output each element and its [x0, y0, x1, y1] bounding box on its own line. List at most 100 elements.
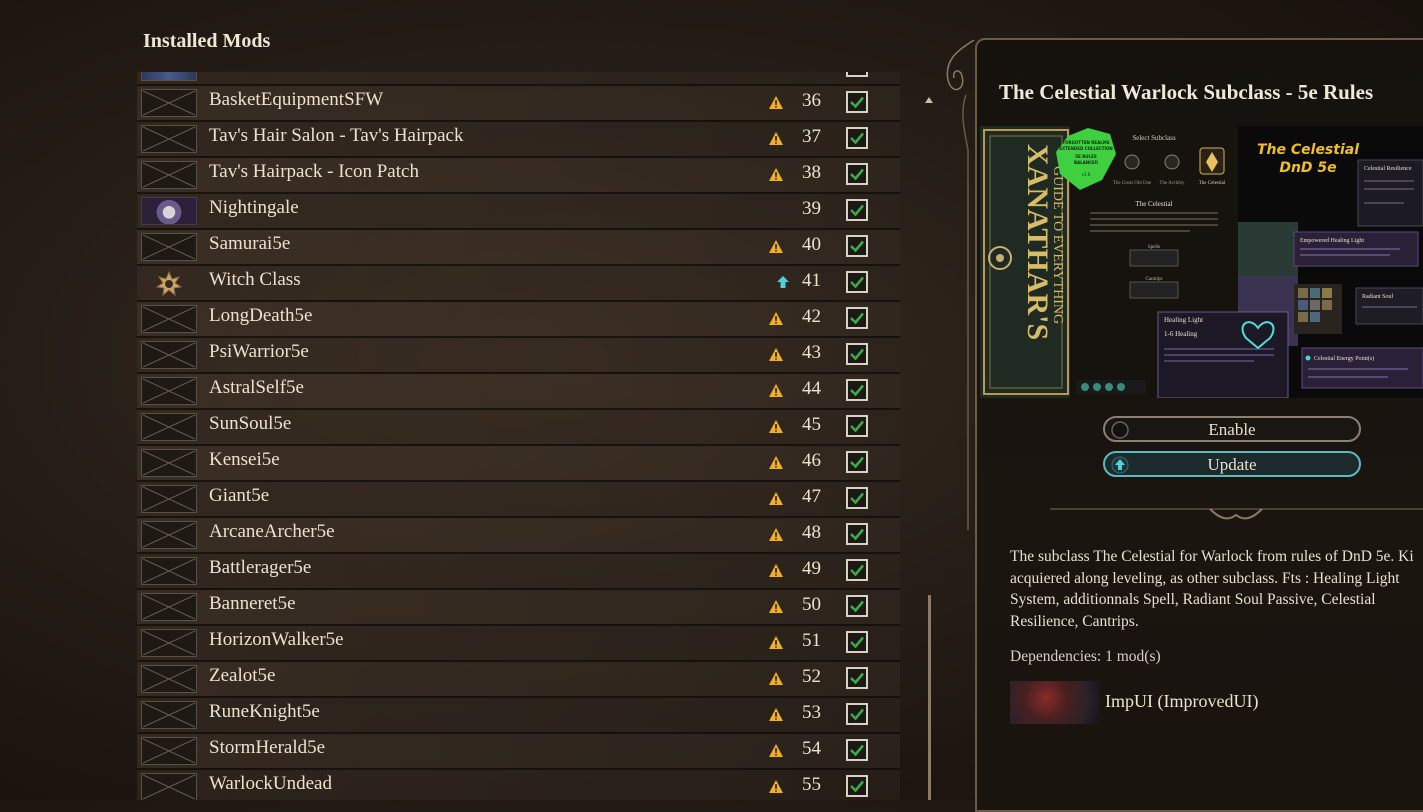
- mod-description: The subclass The Celestial for Warlock f…: [1010, 548, 1414, 631]
- update-button[interactable]: Update: [1103, 451, 1361, 477]
- mod-enabled-checkbox[interactable]: [846, 703, 868, 725]
- checkmark-icon: [850, 420, 864, 433]
- mod-row[interactable]: Banneret5e 50: [137, 590, 900, 626]
- mod-row[interactable]: RuneKnight5e 53: [137, 698, 900, 734]
- mod-enabled-checkbox[interactable]: [846, 271, 868, 293]
- checkmark-icon: [850, 132, 864, 145]
- mod-enabled-checkbox[interactable]: [846, 739, 868, 761]
- update-available-icon: [777, 276, 789, 288]
- mod-name: Tav's Hairpack - Icon Patch: [209, 161, 419, 182]
- placeholder-thumbnail-icon: [141, 557, 197, 585]
- mod-row[interactable]: SunSoul5e 45: [137, 410, 900, 446]
- list-scrollbar[interactable]: [928, 595, 931, 800]
- mod-enabled-checkbox[interactable]: [846, 235, 868, 257]
- mod-row[interactable]: Tav's Hairpack - Icon Patch 38: [137, 158, 900, 194]
- mod-enabled-checkbox[interactable]: [846, 307, 868, 329]
- mod-preview-image: XANATHAR'S GUIDE TO EVERYTHING Select Su…: [980, 126, 1423, 398]
- placeholder-thumbnail-icon: [141, 485, 197, 513]
- dependency-name[interactable]: ImpUI (ImprovedUI): [1105, 691, 1258, 712]
- mod-row[interactable]: Kensei5e 46: [137, 446, 900, 482]
- mod-enabled-checkbox[interactable]: [846, 343, 868, 365]
- mod-row[interactable]: LongDeath5e 42: [137, 302, 900, 338]
- warning-icon: [769, 492, 783, 505]
- mod-row[interactable]: Samurai5e 40: [137, 230, 900, 266]
- mod-enabled-checkbox[interactable]: [846, 775, 868, 797]
- banner-thumbnail: [141, 72, 197, 81]
- menu-title-text: Select Subclass: [1132, 134, 1176, 142]
- mod-enabled-checkbox[interactable]: [846, 523, 868, 545]
- mod-row[interactable]: WarlockUndead 55: [137, 770, 900, 800]
- mod-enabled-checkbox[interactable]: [846, 559, 868, 581]
- mod-enabled-checkbox[interactable]: [846, 163, 868, 185]
- mod-name: StormHerald5e: [209, 737, 326, 758]
- card-healing-light-sub: 1-6 Healing: [1164, 330, 1198, 338]
- mod-row[interactable]: HorizonWalker5e 51: [137, 626, 900, 662]
- mod-row[interactable]: Nightingale 39: [137, 194, 900, 230]
- mod-enabled-checkbox[interactable]: [846, 199, 868, 221]
- panel-ornament: [946, 40, 975, 530]
- mod-name: Samurai5e: [209, 233, 291, 254]
- mod-enabled-checkbox[interactable]: [846, 487, 868, 509]
- load-order-number: 55: [802, 774, 821, 795]
- dependency-thumbnail[interactable]: [1010, 681, 1100, 724]
- mod-name: HorizonWalker5e: [209, 629, 344, 650]
- mod-enabled-checkbox[interactable]: [846, 595, 868, 617]
- mod-name: WarlockUndead: [209, 773, 332, 794]
- enable-button-label: Enable: [1208, 420, 1256, 439]
- mod-enabled-checkbox[interactable]: [846, 72, 868, 77]
- mod-name: SunSoul5e: [209, 413, 292, 434]
- badge-text-3: 5E RULES: [1075, 154, 1097, 159]
- load-order-number: 53: [802, 702, 821, 723]
- mod-row[interactable]: Zealot5e 52: [137, 662, 900, 698]
- load-order-number: 38: [802, 162, 821, 183]
- load-order-number: 44: [802, 378, 821, 399]
- mod-enabled-checkbox[interactable]: [846, 127, 868, 149]
- mod-detail-title: The Celestial Warlock Subclass - 5e Rule…: [999, 80, 1374, 104]
- subclass-option-2: The Archfey: [1159, 181, 1185, 186]
- placeholder-thumbnail-icon: [141, 737, 197, 765]
- checkmark-icon: [855, 72, 856, 73]
- mod-row[interactable]: Tav's Hair Salon - Tav's Hairpack 37: [137, 122, 900, 158]
- mod-row[interactable]: ArcaneArcher5e 48: [137, 518, 900, 554]
- load-order-number: 39: [802, 198, 821, 219]
- checkmark-icon: [850, 96, 864, 109]
- warning-icon: [769, 384, 783, 397]
- banner-line-1: The Celestial: [1257, 142, 1359, 158]
- warning-icon: [769, 240, 783, 253]
- mod-row[interactable]: Giant5e 47: [137, 482, 900, 518]
- mod-name: Banneret5e: [209, 593, 296, 614]
- mod-row[interactable]: 35: [137, 72, 900, 86]
- mod-row[interactable]: AstralSelf5e 44: [137, 374, 900, 410]
- mod-enabled-checkbox[interactable]: [846, 379, 868, 401]
- mod-row[interactable]: StormHerald5e 54: [137, 734, 900, 770]
- warning-icon: [769, 564, 783, 577]
- card-healing-light-title: Healing Light: [1164, 316, 1203, 324]
- mod-name: ArcaneArcher5e: [209, 521, 335, 542]
- badge-text-5: v1.0: [1082, 172, 1091, 177]
- toggle-off-icon: [1111, 421, 1129, 439]
- book-subtitle-text: GUIDE TO EVERYTHING: [1050, 166, 1065, 324]
- checkmark-icon: [850, 348, 864, 361]
- placeholder-thumbnail-icon: [141, 665, 197, 693]
- scroll-up-icon[interactable]: [924, 96, 934, 106]
- mod-row[interactable]: BasketEquipmentSFW 36: [137, 86, 900, 122]
- mod-enabled-checkbox[interactable]: [846, 667, 868, 689]
- mod-name: Kensei5e: [209, 449, 280, 470]
- mod-enabled-checkbox[interactable]: [846, 451, 868, 473]
- checkmark-icon: [850, 384, 864, 397]
- card-celestial-resilience-title: Celestial Resilience: [1364, 166, 1412, 172]
- mod-row[interactable]: Battlerager5e 49: [137, 554, 900, 590]
- mod-enabled-checkbox[interactable]: [846, 91, 868, 113]
- checkmark-icon: [850, 492, 864, 505]
- mod-enabled-checkbox[interactable]: [846, 415, 868, 437]
- mod-row[interactable]: Witch Class 41: [137, 266, 900, 302]
- enable-button[interactable]: Enable: [1103, 416, 1361, 442]
- mod-enabled-checkbox[interactable]: [846, 631, 868, 653]
- checkmark-icon: [850, 600, 864, 613]
- badge-text-2: EXTENDED COLLECTION: [1059, 146, 1112, 151]
- load-order-number: 54: [802, 738, 821, 759]
- warning-icon: [769, 132, 783, 145]
- mod-row[interactable]: PsiWarrior5e 43: [137, 338, 900, 374]
- placeholder-thumbnail-icon: [141, 305, 197, 333]
- banner-line-2: DnD 5e: [1279, 160, 1336, 176]
